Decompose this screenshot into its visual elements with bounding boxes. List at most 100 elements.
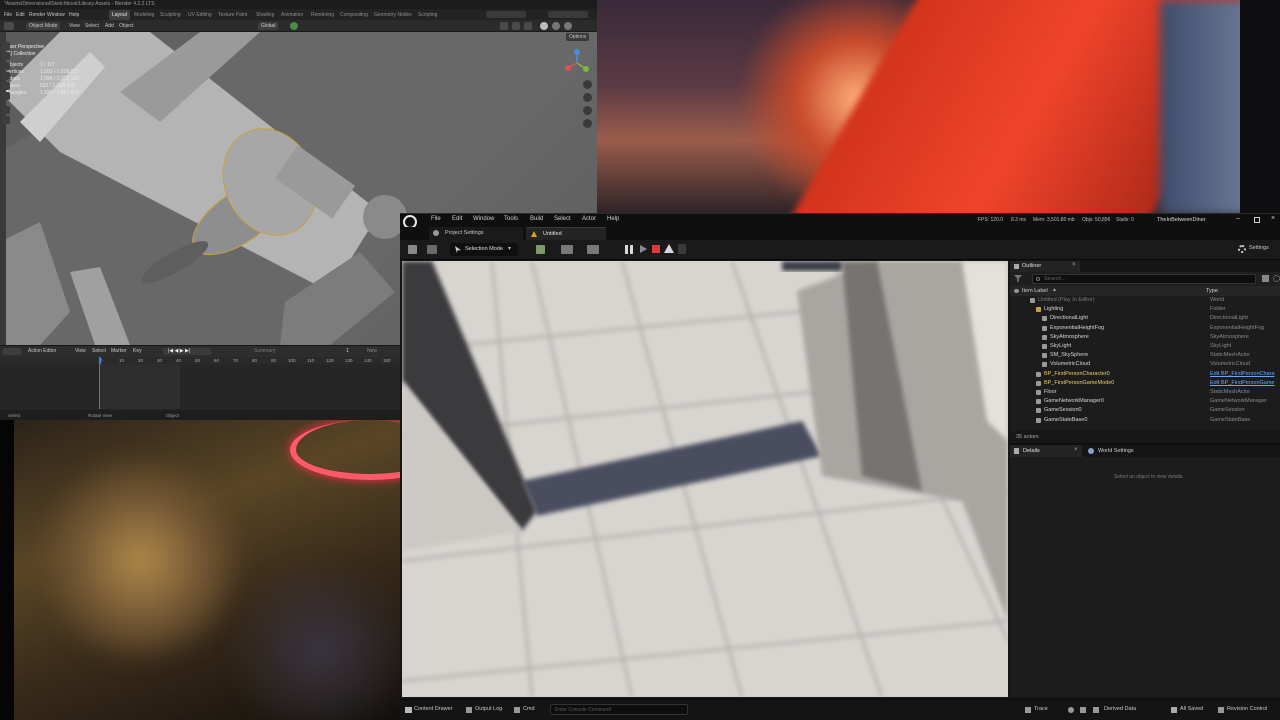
header-menu-object[interactable]: Object [119, 23, 133, 29]
scene-selector[interactable] [486, 11, 526, 18]
selection-mode-dropdown[interactable]: Selection Mode ▾ [450, 243, 518, 256]
blueprints-icon[interactable] [561, 245, 573, 254]
filter-icon[interactable] [1014, 275, 1022, 282]
tab-project-settings[interactable]: Project Settings [429, 227, 523, 240]
ue-menu-edit[interactable]: Edit [452, 216, 462, 222]
workspace-tab-rendering[interactable]: Rendering [311, 12, 334, 18]
output-log-button[interactable]: Output Log [475, 706, 502, 712]
outliner-row[interactable]: SM_SkySphere StaticMeshActor [1010, 351, 1280, 360]
stop-icon[interactable] [652, 245, 660, 253]
outliner-row[interactable]: Lighting Folder [1010, 305, 1280, 314]
content-browser-icon[interactable] [427, 245, 437, 254]
workspace-tab-uv-editing[interactable]: UV Editing [188, 12, 212, 18]
options-dropdown[interactable]: Options [566, 33, 590, 41]
workspace-tab-compositing[interactable]: Compositing [340, 12, 368, 18]
playback-controls[interactable]: |◀ ◀ ▶ ▶| [163, 348, 211, 355]
menu-edit[interactable]: Edit [16, 12, 25, 18]
timeline-menu-key[interactable]: Key [133, 348, 142, 354]
zoom-icon[interactable] [583, 80, 592, 89]
tab-world-settings[interactable]: World Settings [1084, 445, 1164, 457]
workspace-tab-sculpting[interactable]: Sculpting [160, 12, 181, 18]
workspace-tab-scripting[interactable]: Scripting [418, 12, 437, 18]
workspace-tab-texture-paint[interactable]: Texture Paint [218, 12, 247, 18]
camera-view-icon[interactable] [583, 106, 592, 115]
move-tool-icon[interactable] [2, 62, 10, 70]
column-type[interactable]: Type [1206, 288, 1218, 294]
outliner-row[interactable]: BP_FirstPersonGameMode0 Edit BP_FirstPers… [1010, 379, 1280, 388]
add-folder-icon[interactable] [1262, 275, 1269, 282]
outliner-row[interactable]: GameStateBase0 GameStateBase [1010, 416, 1280, 425]
editor-type-icon[interactable] [4, 22, 14, 30]
pause-icon[interactable] [625, 245, 628, 254]
workspace-tab-modeling[interactable]: Modeling [134, 12, 154, 18]
trace-dropdown[interactable]: Trace [1034, 706, 1048, 712]
view-layer-selector[interactable] [548, 11, 588, 18]
transform-tool-icon[interactable] [2, 92, 10, 100]
play-options-icon[interactable] [678, 244, 686, 254]
outliner-row[interactable]: VolumetricCloud VolumetricCloud [1010, 360, 1280, 369]
outliner-row[interactable]: DirectionalLight DirectionalLight [1010, 314, 1280, 323]
cursor-tool-icon[interactable] [2, 52, 10, 60]
all-saved-button[interactable]: All Saved [1180, 706, 1203, 712]
close-tab-icon[interactable]: × [1072, 262, 1076, 268]
header-menu-add[interactable]: Add [105, 23, 114, 29]
outliner-settings-icon[interactable] [1273, 275, 1280, 282]
outliner-row[interactable]: GameNetworkManager0 GameNetworkManager [1010, 397, 1280, 406]
outliner-row[interactable]: Floor StaticMeshActor [1010, 388, 1280, 397]
editor-type-dropdown[interactable] [3, 348, 21, 355]
snap-icon[interactable] [290, 22, 298, 30]
outliner-search-input[interactable]: Search... [1032, 274, 1256, 284]
close-icon[interactable]: × [1271, 215, 1275, 222]
ue-menu-select[interactable]: Select [554, 216, 571, 222]
outliner-row[interactable]: SkyLight SkyLight [1010, 342, 1280, 351]
measure-tool-icon[interactable] [2, 116, 10, 124]
outliner-row[interactable]: GameSession0 GameSession [1010, 406, 1280, 415]
transform-orientation-dropdown[interactable]: Global [258, 22, 279, 30]
outliner-row[interactable]: BP_FirstPersonCharacter0 Edit BP_FirstPer… [1010, 370, 1280, 379]
frame-skip-icon[interactable] [640, 245, 647, 253]
content-drawer-button[interactable]: Content Drawer [414, 706, 453, 712]
ue-menu-file[interactable]: File [431, 216, 441, 222]
summary-dropdown[interactable]: Summary [254, 348, 275, 354]
workspace-tab-shading[interactable]: Shading [256, 12, 274, 18]
scale-tool-icon[interactable] [2, 82, 10, 90]
settings-gear-icon[interactable] [1238, 245, 1246, 253]
ue-menu-actor[interactable]: Actor [582, 216, 596, 222]
save-icon[interactable] [408, 245, 417, 254]
shading-solid-icon[interactable] [540, 22, 548, 30]
pan-icon[interactable] [583, 93, 592, 102]
menu-render[interactable]: Render [29, 12, 45, 18]
ue-menu-tools[interactable]: Tools [504, 216, 518, 222]
header-menu-view[interactable]: View [69, 23, 80, 29]
workspace-tab-layout[interactable]: Layout [109, 10, 131, 20]
shading-material-icon[interactable] [552, 22, 560, 30]
record-icon[interactable] [1068, 707, 1074, 713]
action-editor-mode[interactable]: Action Editor [28, 348, 56, 354]
eject-icon[interactable] [664, 244, 674, 253]
ue-menu-build[interactable]: Build [530, 216, 543, 222]
workspace-tab-geometry-nodes[interactable]: Geometry Nodes [374, 12, 412, 18]
mode-dropdown[interactable]: Object Mode [26, 22, 61, 30]
gizmo-icon[interactable] [512, 22, 520, 30]
minimize-icon[interactable]: – [1236, 215, 1240, 222]
current-frame[interactable]: 1 [346, 348, 349, 354]
snapshot-icon[interactable] [1080, 707, 1086, 713]
menu-file[interactable]: File [4, 12, 12, 18]
outliner-row[interactable]: Untitled (Play In Editor) World [1010, 296, 1280, 305]
tab-outliner[interactable]: Outliner × [1010, 261, 1080, 272]
timeline-menu-marker[interactable]: Marker [111, 348, 127, 354]
keyframe-area[interactable] [100, 364, 180, 409]
new-action-button[interactable]: New [367, 348, 377, 354]
revision-control-button[interactable]: Revision Control [1227, 706, 1267, 712]
column-item-label[interactable]: Item Label [1022, 288, 1048, 294]
tab-untitled-level[interactable]: Untitled [526, 227, 606, 240]
menu-window[interactable]: Window [47, 12, 65, 18]
rotate-tool-icon[interactable] [2, 72, 10, 80]
select-tool-icon[interactable] [2, 42, 10, 50]
outliner-row[interactable]: ExponentialHeightFog ExponentialHeightFog [1010, 324, 1280, 333]
header-menu-select[interactable]: Select [85, 23, 99, 29]
cmd-dropdown[interactable]: Cmd [523, 706, 535, 712]
menu-help[interactable]: Help [69, 12, 79, 18]
overlay-icon[interactable] [524, 22, 532, 30]
navigation-gizmo[interactable] [560, 46, 594, 80]
